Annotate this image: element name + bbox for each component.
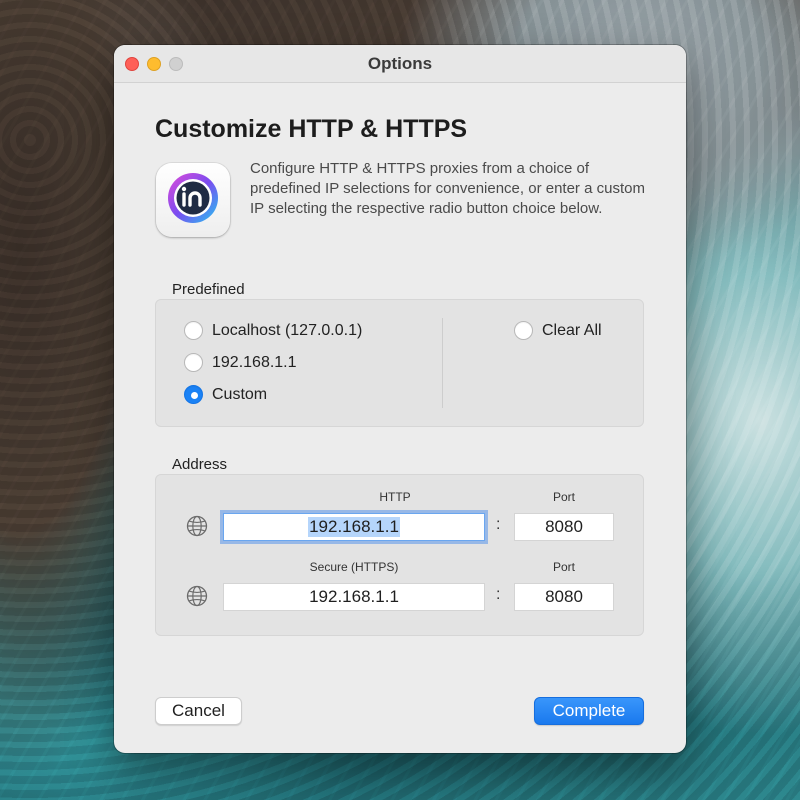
cancel-button[interactable]: Cancel [155, 697, 242, 725]
https-column-header: Secure (HTTPS) [309, 560, 399, 574]
radio-label: Custom [212, 385, 268, 403]
radio-option-custom[interactable]: Custom [184, 385, 267, 404]
title-bar[interactable]: Options [114, 45, 686, 83]
port-separator: : [496, 586, 501, 603]
radio-label: 192.168.1.1 [212, 353, 297, 371]
globe-icon [186, 585, 208, 607]
proxy-app-icon [156, 163, 230, 237]
radio-label: Clear All [542, 321, 602, 339]
http-address-input[interactable]: 192.168.1.1 [223, 513, 485, 541]
http-column-header: HTTP [379, 490, 411, 504]
https-address-input[interactable]: 192.168.1.1 [223, 583, 485, 611]
radio-button-selected[interactable] [184, 385, 203, 404]
address-section-label: Address [172, 456, 228, 473]
radio-option-clear-all[interactable]: Clear All [514, 321, 602, 340]
description-text: Configure HTTP & HTTPS proxies from a ch… [250, 160, 645, 217]
page-title: Customize HTTP & HTTPS [155, 115, 468, 143]
http-port-input[interactable]: 8080 [514, 513, 614, 541]
predefined-section-label: Predefined [172, 281, 245, 298]
port-separator: : [496, 516, 501, 533]
vertical-divider [442, 318, 443, 408]
predefined-group: Localhost (127.0.0.1) 192.168.1.1 Custom… [155, 299, 644, 427]
complete-button[interactable]: Complete [534, 697, 644, 725]
radio-label: Localhost (127.0.0.1) [212, 321, 363, 339]
https-port-header: Port [552, 560, 575, 574]
address-group: HTTP Port 192.168.1.1 : 8080 Secure (HTT… [155, 474, 644, 636]
http-address-value: 192.168.1.1 [308, 517, 400, 537]
radio-button[interactable] [184, 321, 203, 340]
radio-option-localhost[interactable]: Localhost (127.0.0.1) [184, 321, 362, 340]
radio-button[interactable] [184, 353, 203, 372]
https-port-input[interactable]: 8080 [514, 583, 614, 611]
radio-option-192-168-1-1[interactable]: 192.168.1.1 [184, 353, 297, 372]
http-port-header: Port [552, 490, 575, 504]
globe-icon [186, 515, 208, 537]
window-title: Options [367, 54, 433, 73]
radio-button[interactable] [514, 321, 533, 340]
options-window: Options Customize HTTP & HTTPS Configure… [114, 45, 686, 753]
